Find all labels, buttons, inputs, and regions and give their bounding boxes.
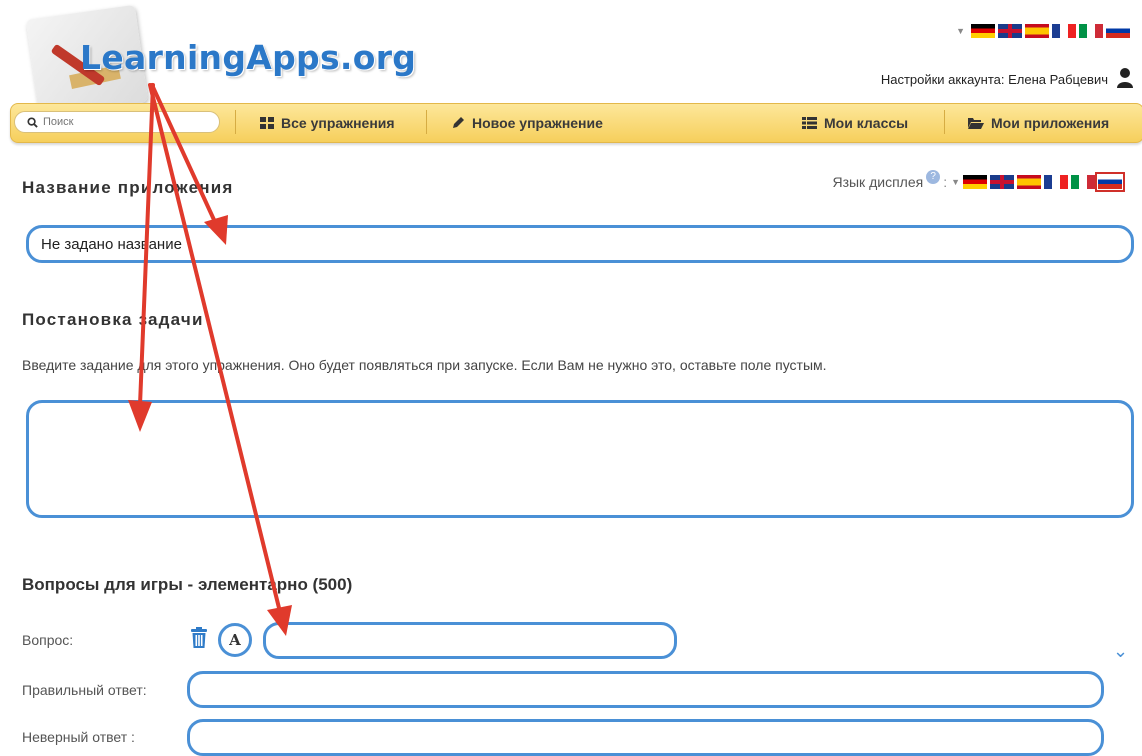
search-box[interactable] (14, 111, 220, 133)
correct-answer-field[interactable] (187, 671, 1104, 708)
display-language-label: Язык дисплея (832, 174, 924, 190)
task-heading: Постановка задачи (22, 310, 204, 329)
folder-open-icon (968, 118, 984, 129)
nav-new-exercise[interactable]: Новое упражнение (451, 111, 603, 135)
question-field[interactable] (263, 622, 677, 659)
text-format-button[interactable]: A (218, 623, 252, 657)
display-language-dropdown-icon[interactable]: ▼ (951, 177, 960, 187)
question-label: Вопрос: (22, 632, 74, 648)
task-field[interactable] (26, 400, 1134, 518)
app-name-input[interactable] (39, 228, 1121, 260)
display-language: Язык дисплея ? : ▼ (832, 170, 1125, 192)
flag-es-icon[interactable] (1017, 175, 1041, 189)
task-description: Введите задание для этого упражнения. Он… (22, 357, 827, 373)
nav-new-exercise-label: Новое упражнение (472, 115, 603, 131)
flag-fr-icon[interactable] (1044, 175, 1068, 189)
app-name-field[interactable] (26, 225, 1134, 263)
language-dropdown-icon[interactable]: ▼ (956, 26, 965, 36)
help-icon[interactable]: ? (926, 170, 941, 184)
flag-it-icon[interactable] (1079, 24, 1103, 38)
flag-de-icon[interactable] (971, 24, 995, 38)
app-name-heading: Название приложения (22, 178, 234, 197)
wrong-answer-input[interactable] (200, 722, 1091, 753)
nav-all-exercises[interactable]: Все упражнения (260, 111, 395, 135)
pencil-icon (453, 117, 464, 128)
arrow-to-question-field (148, 83, 282, 614)
question-input[interactable] (276, 625, 664, 656)
logo-text[interactable]: LearningApps.org (80, 38, 416, 77)
user-icon[interactable] (1116, 67, 1134, 89)
chevron-down-icon[interactable]: ⌄ (1113, 641, 1128, 662)
wrong-answer-field[interactable] (187, 719, 1104, 756)
nav-separator (235, 110, 236, 134)
nav-my-classes[interactable]: Мои классы (802, 111, 908, 135)
nav-my-apps[interactable]: Мои приложения (968, 111, 1109, 135)
nav-separator (944, 110, 945, 134)
flag-es-icon[interactable] (1025, 24, 1049, 38)
flag-fr-icon[interactable] (1052, 24, 1076, 38)
trash-icon[interactable] (190, 627, 208, 649)
nav-my-apps-label: Мои приложения (991, 115, 1110, 131)
account-settings-link[interactable]: Настройки аккаунта: Елена Рабцевич (881, 72, 1108, 87)
search-input[interactable] (41, 115, 215, 129)
correct-answer-label: Правильный ответ: (22, 682, 147, 698)
display-language-flags (963, 172, 1125, 192)
search-icon (27, 116, 38, 128)
flag-gb-icon[interactable] (990, 175, 1014, 189)
nav-separator (426, 110, 427, 134)
correct-answer-input[interactable] (200, 674, 1091, 705)
flag-de-icon[interactable] (963, 175, 987, 189)
wrong-answer-label: Неверный ответ : (22, 729, 135, 745)
flag-ru-icon[interactable] (1106, 24, 1130, 38)
flag-gb-icon[interactable] (998, 24, 1022, 38)
nav-all-exercises-label: Все упражнения (281, 115, 395, 131)
grid-icon (260, 117, 274, 129)
flag-ru-selected-icon[interactable] (1095, 172, 1125, 192)
list-icon (802, 117, 817, 129)
flag-it-icon[interactable] (1071, 175, 1095, 189)
nav-my-classes-label: Мои классы (824, 115, 909, 131)
task-textarea[interactable] (39, 411, 1121, 507)
questions-heading: Вопросы для игры - элементарно (500) (22, 575, 353, 594)
top-language-flags: ▼ (956, 24, 1130, 38)
